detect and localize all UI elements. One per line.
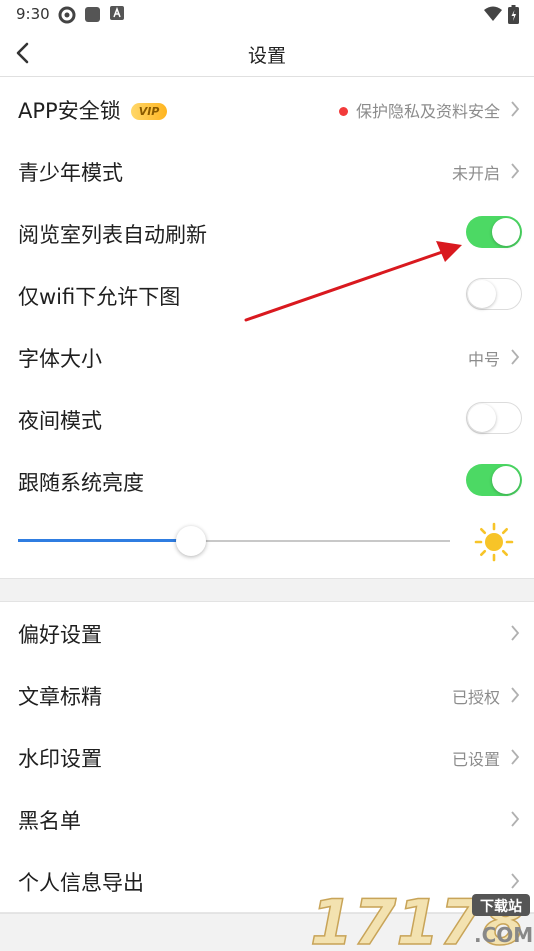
toggle-knob — [492, 218, 520, 246]
wifi-icon — [484, 6, 502, 21]
navigation-bar: 设置 — [0, 30, 534, 77]
status-bar: 9:30 — [0, 0, 534, 30]
article-mark-label: 文章标精 — [18, 685, 102, 709]
follow-system-brightness-toggle[interactable] — [466, 464, 522, 496]
chevron-right-icon — [511, 163, 520, 179]
night-mode-label: 夜间模式 — [18, 409, 102, 433]
follow-system-brightness-row: 跟随系统亮度 — [0, 450, 534, 513]
font-size-row[interactable]: 字体大小 中号 — [0, 326, 534, 389]
app-lock-value: 保护隐私及资料安全 — [338, 98, 500, 122]
brightness-slider-row — [0, 510, 534, 578]
app-lock-label: APP安全锁 VIP — [18, 95, 168, 125]
toggle-knob — [468, 280, 496, 308]
sun-icon — [474, 522, 514, 562]
vip-badge: VIP — [130, 103, 168, 120]
wifi-only-images-label: 仅wifi下允许下图 — [18, 285, 181, 309]
night-mode-toggle[interactable] — [466, 402, 522, 434]
personal-info-export-label: 个人信息导出 — [18, 871, 144, 895]
chevron-right-icon — [511, 625, 520, 641]
auto-refresh-label: 阅览室列表自动刷新 — [18, 223, 207, 247]
preferences-label: 偏好设置 — [18, 623, 102, 647]
page-title: 设置 — [247, 45, 286, 67]
teen-mode-value: 未开启 — [451, 164, 500, 183]
red-dot-icon — [338, 107, 348, 116]
auto-refresh-toggle[interactable] — [466, 216, 522, 248]
wifi-only-images-toggle[interactable] — [466, 278, 522, 310]
follow-system-brightness-label: 跟随系统亮度 — [18, 471, 144, 495]
article-mark-value: 已授权 — [451, 688, 500, 707]
toggle-knob — [468, 404, 496, 432]
auto-refresh-row: 阅览室列表自动刷新 — [0, 202, 534, 265]
chevron-right-icon — [511, 811, 520, 827]
svg-text:.COM: .COM — [474, 923, 533, 947]
square-notification-icon — [85, 7, 100, 22]
teen-mode-label: 青少年模式 — [18, 161, 123, 185]
blacklist-row[interactable]: 黑名单 — [0, 788, 534, 851]
blacklist-label: 黑名单 — [18, 809, 81, 833]
app-lock-row[interactable]: APP安全锁 VIP 保护隐私及资料安全 — [0, 78, 534, 141]
site-watermark-logo: 17178 下载站 .COM — [309, 885, 533, 950]
teen-mode-row[interactable]: 青少年模式 未开启 — [0, 140, 534, 203]
night-mode-row: 夜间模式 — [0, 388, 534, 451]
watermark-settings-value: 已设置 — [451, 750, 500, 769]
font-size-label: 字体大小 — [18, 347, 102, 371]
section-divider — [0, 578, 534, 602]
status-time: 9:30 — [16, 5, 50, 23]
chevron-right-icon — [511, 101, 520, 117]
chevron-right-icon — [511, 749, 520, 765]
wifi-only-images-row: 仅wifi下允许下图 — [0, 264, 534, 327]
article-mark-row[interactable]: 文章标精 已授权 — [0, 664, 534, 727]
chevron-right-icon — [511, 349, 520, 365]
battery-icon — [508, 5, 519, 24]
a-notification-icon — [110, 6, 124, 20]
chevron-right-icon — [511, 687, 520, 703]
watermark-settings-label: 水印设置 — [18, 747, 102, 771]
brightness-track-fill — [18, 539, 191, 542]
toggle-knob — [492, 466, 520, 494]
brightness-slider-thumb[interactable] — [175, 526, 206, 556]
watermark-settings-row[interactable]: 水印设置 已设置 — [0, 726, 534, 789]
font-size-value: 中号 — [467, 350, 500, 369]
app-notification-icon — [58, 6, 76, 24]
preferences-row[interactable]: 偏好设置 — [0, 602, 534, 665]
svg-text:下载站: 下载站 — [480, 898, 522, 915]
